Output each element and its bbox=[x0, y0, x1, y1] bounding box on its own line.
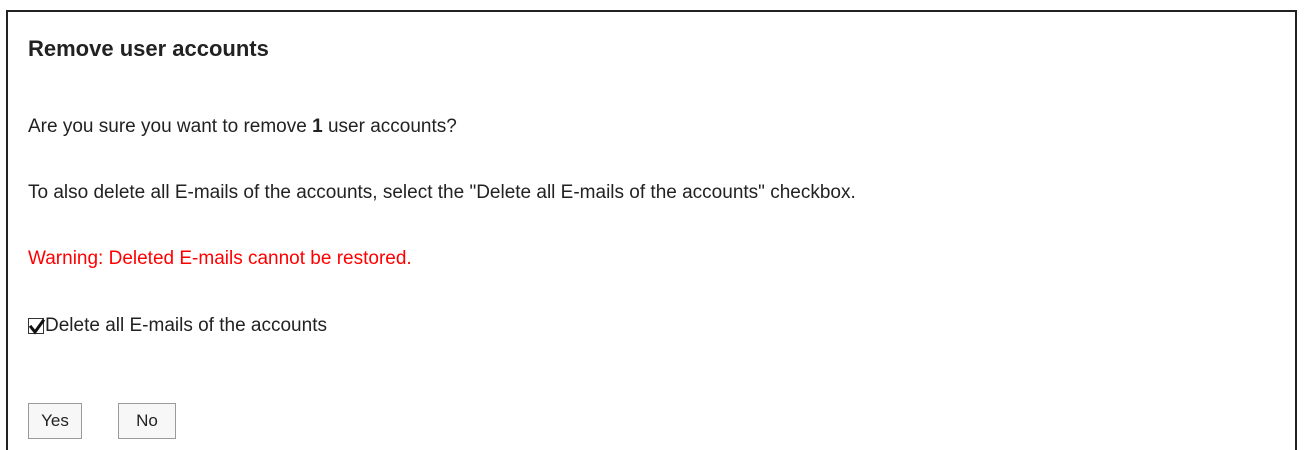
delete-emails-label: Delete all E-mails of the accounts bbox=[45, 315, 327, 336]
delete-emails-option[interactable]: Delete all E-mails of the accounts bbox=[28, 315, 327, 337]
dialog-title: Remove user accounts bbox=[28, 36, 269, 61]
remove-user-accounts-dialog: Remove user accounts Are you sure you wa… bbox=[6, 10, 1297, 450]
delete-emails-checkbox[interactable] bbox=[28, 318, 46, 335]
dialog-actions: Yes No bbox=[28, 403, 176, 439]
confirmation-message: Are you sure you want to remove 1 user a… bbox=[28, 116, 457, 138]
yes-button[interactable]: Yes bbox=[28, 403, 82, 439]
no-button[interactable]: No bbox=[118, 403, 176, 439]
account-count: 1 bbox=[312, 116, 323, 137]
warning-message: Warning: Deleted E-mails cannot be resto… bbox=[28, 248, 412, 269]
confirmation-suffix: user accounts? bbox=[322, 116, 457, 137]
checkmark-icon bbox=[28, 318, 46, 335]
confirmation-prefix: Are you sure you want to remove bbox=[28, 116, 313, 137]
instruction-message: To also delete all E-mails of the accoun… bbox=[28, 182, 856, 203]
